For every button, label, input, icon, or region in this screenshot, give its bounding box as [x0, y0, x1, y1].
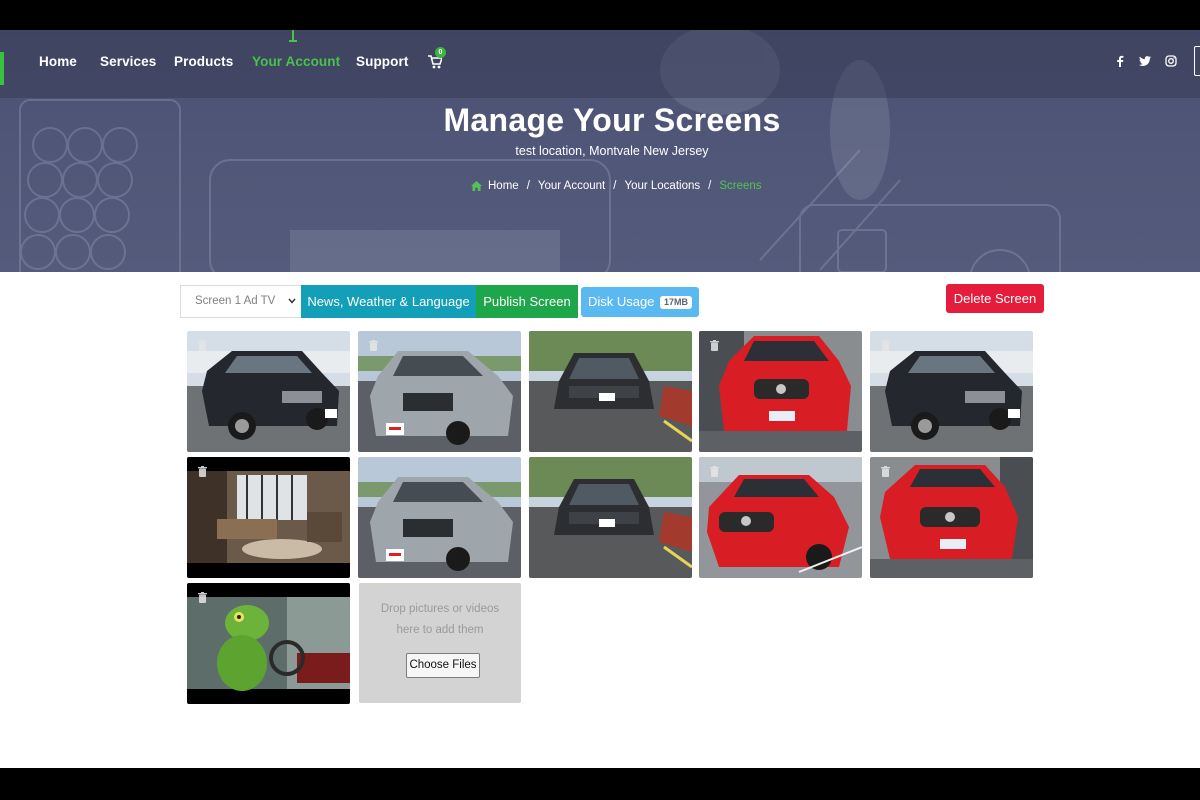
- media-tile[interactable]: [187, 583, 350, 704]
- media-tile[interactable]: [699, 331, 862, 452]
- media-tile[interactable]: [187, 331, 350, 452]
- media-tile[interactable]: [870, 331, 1033, 452]
- screen-select-value: Screen 1 Ad TV: [195, 295, 276, 307]
- trash-icon[interactable]: [198, 592, 207, 603]
- trash-icon[interactable]: [710, 340, 719, 351]
- screen-editor: Screen 1 Ad TV News, Weather & Language …: [0, 272, 1200, 768]
- breadcrumb-your-locations[interactable]: Your Locations: [624, 180, 700, 192]
- dark-suv-photo: [529, 457, 692, 578]
- nav-your-account[interactable]: Your Account: [252, 54, 340, 69]
- header-action-box[interactable]: [1194, 46, 1200, 76]
- letterbox-bottom: [0, 768, 1200, 800]
- nav-services[interactable]: Services: [100, 54, 156, 69]
- gecko-video: [187, 583, 350, 704]
- media-tile[interactable]: [358, 331, 521, 452]
- hero-banner: Home Services Products Your Account Supp…: [0, 30, 1200, 272]
- breadcrumb-separator: /: [613, 180, 617, 192]
- chevron-down-icon: [288, 298, 296, 304]
- black-suv-photo: [870, 331, 1033, 452]
- trash-icon[interactable]: [881, 340, 890, 351]
- disk-usage-badge: 17MB: [660, 296, 693, 309]
- dropzone-instructions: Drop pictures or videos here to add them: [380, 603, 500, 636]
- breadcrumb-current: Screens: [719, 180, 762, 192]
- active-nav-indicator-icon: [289, 30, 297, 42]
- upload-dropzone[interactable]: Drop pictures or videos here to add them…: [359, 583, 521, 703]
- news-weather-language-button[interactable]: News, Weather & Language: [301, 285, 476, 318]
- trash-icon[interactable]: [198, 340, 207, 351]
- media-tile[interactable]: [699, 457, 862, 578]
- disk-usage-button[interactable]: Disk Usage 17MB: [581, 287, 699, 317]
- twitter-icon[interactable]: [1139, 55, 1151, 67]
- media-tile[interactable]: [187, 457, 350, 578]
- breadcrumb: Home / Your Account / Your Locations / S…: [471, 178, 762, 194]
- location-subtitle: test location, Montvale New Jersey: [515, 144, 709, 158]
- living-room-video: [187, 457, 350, 578]
- cart-count-badge: 0: [435, 47, 446, 58]
- red-sedan-photo: [699, 331, 862, 452]
- trash-icon[interactable]: [369, 340, 378, 351]
- silver-suv-photo: [358, 331, 521, 452]
- trash-icon[interactable]: [710, 466, 719, 477]
- breadcrumb-your-account[interactable]: Your Account: [538, 180, 605, 192]
- breadcrumb-home[interactable]: Home: [488, 180, 519, 192]
- disk-usage-label: Disk Usage: [587, 294, 655, 309]
- media-tile[interactable]: [529, 331, 692, 452]
- media-tile[interactable]: [870, 457, 1033, 578]
- nav-accent-bar: [0, 52, 4, 85]
- choose-files-button[interactable]: Choose Files: [406, 653, 480, 678]
- red-sedan-photo: [870, 457, 1033, 578]
- breadcrumb-separator: /: [708, 180, 712, 192]
- media-tile[interactable]: [358, 457, 521, 578]
- publish-screen-button[interactable]: Publish Screen: [476, 285, 578, 318]
- breadcrumb-separator: /: [526, 180, 530, 192]
- black-suv-photo: [187, 331, 350, 452]
- facebook-icon[interactable]: [1114, 55, 1126, 67]
- home-icon: [471, 181, 482, 191]
- trash-icon[interactable]: [198, 466, 207, 477]
- dark-suv-photo: [529, 331, 692, 452]
- delete-screen-button[interactable]: Delete Screen: [946, 284, 1044, 313]
- screen-select[interactable]: Screen 1 Ad TV: [180, 285, 302, 318]
- nav-products[interactable]: Products: [174, 54, 233, 69]
- main-nav: Home Services Products Your Account Supp…: [0, 30, 1200, 98]
- instagram-icon[interactable]: [1165, 55, 1177, 67]
- media-tile[interactable]: [529, 457, 692, 578]
- red-sedan-photo: [699, 457, 862, 578]
- silver-suv-photo: [358, 457, 521, 578]
- trash-icon[interactable]: [881, 466, 890, 477]
- page-title: Manage Your Screens: [443, 102, 781, 138]
- nav-home[interactable]: Home: [39, 54, 77, 69]
- letterbox-top: [0, 0, 1200, 30]
- nav-support[interactable]: Support: [356, 54, 408, 69]
